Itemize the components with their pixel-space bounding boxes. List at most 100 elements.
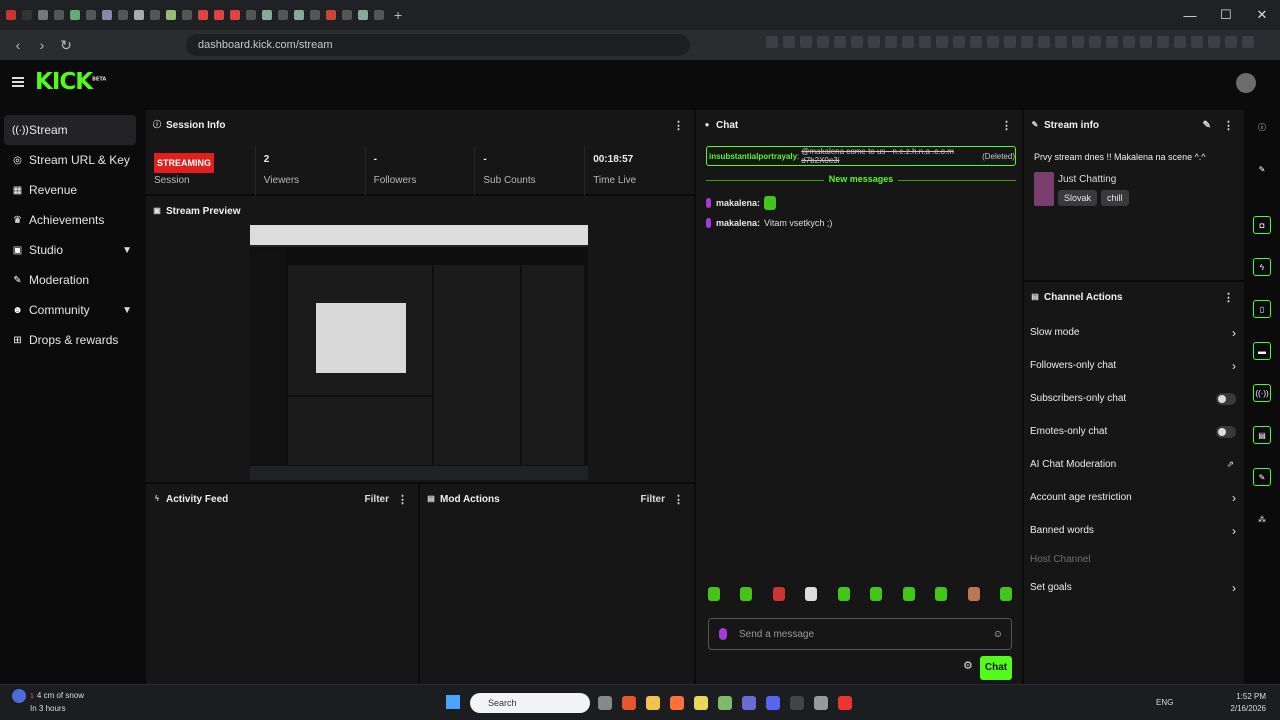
start-icon[interactable]: [446, 695, 460, 709]
send-chat-button[interactable]: Chat: [980, 656, 1012, 680]
taskbar-app-icon[interactable]: [598, 696, 612, 710]
emoji-icon[interactable]: ☺: [993, 629, 1003, 640]
extension-icon[interactable]: [987, 36, 999, 48]
sidebar-item-moderation[interactable]: ✎ Moderation: [0, 265, 140, 295]
sidebar-item-studio[interactable]: ▣ Studio ▼: [0, 235, 140, 265]
kick-logo[interactable]: KICKBETA: [35, 69, 106, 95]
tab[interactable]: [70, 10, 80, 20]
sidebar-item-achievements[interactable]: ♛ Achievements: [0, 205, 140, 235]
more-options-icon[interactable]: ⋮: [673, 119, 684, 132]
back-icon[interactable]: ‹: [8, 37, 28, 53]
nodes-icon[interactable]: ⁂: [1253, 510, 1271, 528]
extension-icon[interactable]: [919, 36, 931, 48]
tab[interactable]: [166, 10, 176, 20]
chat-message[interactable]: makalena: Vitam vsetkych ;): [706, 218, 832, 228]
extension-icon[interactable]: [970, 36, 982, 48]
taskbar-app-icon[interactable]: [790, 696, 804, 710]
emote-icon[interactable]: [999, 587, 1012, 601]
taskbar-app-icon[interactable]: [718, 696, 732, 710]
filter-button[interactable]: Filter: [365, 494, 389, 505]
extension-icon[interactable]: [1089, 36, 1101, 48]
tab[interactable]: [38, 10, 48, 20]
emote-icon[interactable]: [870, 587, 883, 601]
edit-icon[interactable]: ✎: [1203, 120, 1211, 131]
taskbar-app-icon[interactable]: [838, 696, 852, 710]
tag[interactable]: chill: [1101, 190, 1129, 206]
taskbar-app-icon[interactable]: [814, 696, 828, 710]
camera-icon[interactable]: ◘: [1253, 216, 1271, 234]
stream-preview-video[interactable]: [250, 225, 588, 480]
emote-icon[interactable]: [740, 587, 753, 601]
language-indicator[interactable]: ENG: [1156, 698, 1173, 707]
tab[interactable]: [22, 10, 32, 20]
chat-username[interactable]: makalena:: [716, 218, 760, 228]
extension-icon[interactable]: [1123, 36, 1135, 48]
taskbar-app-icon[interactable]: [670, 696, 684, 710]
tab[interactable]: [326, 10, 336, 20]
chat-username[interactable]: makalena:: [716, 198, 760, 208]
chat-message-input[interactable]: Send a message ☺: [708, 618, 1012, 650]
emote-icon[interactable]: [805, 587, 818, 601]
action-set-goals[interactable]: Set goals ›: [1024, 571, 1244, 604]
tab[interactable]: [6, 10, 16, 20]
sidebar-item-community[interactable]: ☻ Community ▼: [0, 295, 140, 325]
extension-icon[interactable]: [783, 36, 795, 48]
sidebar-item-stream-url-key[interactable]: ◎ Stream URL & Key: [0, 145, 140, 175]
extension-icon[interactable]: [1021, 36, 1033, 48]
chat-icon[interactable]: ▬: [1253, 342, 1271, 360]
taskbar-app-icon[interactable]: [742, 696, 756, 710]
taskbar-search[interactable]: Search: [470, 693, 590, 713]
extension-icon[interactable]: [1157, 36, 1169, 48]
action-account-age-restriction[interactable]: Account age restriction ›: [1024, 481, 1244, 514]
maximize-button[interactable]: ☐: [1208, 7, 1244, 23]
extension-icon[interactable]: [766, 36, 778, 48]
info-icon[interactable]: ⓘ: [1253, 118, 1271, 136]
taskbar-app-icon[interactable]: [766, 696, 780, 710]
user-avatar[interactable]: [1236, 73, 1256, 93]
category-thumbnail[interactable]: [1034, 172, 1054, 206]
extension-icon[interactable]: [1225, 36, 1237, 48]
tab[interactable]: [262, 10, 272, 20]
sidebar-item-stream[interactable]: ((·)) Stream: [4, 115, 136, 145]
extension-icon[interactable]: [800, 36, 812, 48]
action-ai-chat-moderation[interactable]: AI Chat Moderation ⇗: [1024, 448, 1244, 481]
action-slow-mode[interactable]: Slow mode ›: [1024, 316, 1244, 349]
emote-icon[interactable]: [772, 587, 785, 601]
extension-icon[interactable]: [1208, 36, 1220, 48]
extension-icon[interactable]: [902, 36, 914, 48]
tab[interactable]: [294, 10, 304, 20]
extension-icon[interactable]: [1106, 36, 1118, 48]
tab[interactable]: [358, 10, 368, 20]
forward-icon[interactable]: ›: [32, 37, 52, 53]
action-followers-only-chat[interactable]: Followers-only chat ›: [1024, 349, 1244, 382]
chat-message[interactable]: makalena:: [706, 196, 777, 210]
extension-icon[interactable]: [834, 36, 846, 48]
pen-icon[interactable]: ✎: [1253, 160, 1271, 178]
extension-icon[interactable]: [1174, 36, 1186, 48]
tab[interactable]: [342, 10, 352, 20]
deleted-chat-message[interactable]: insubstantialportrayaly: @makalena come …: [706, 146, 1016, 166]
emote-icon[interactable]: [708, 587, 720, 601]
taskbar-app-icon[interactable]: [694, 696, 708, 710]
system-clock[interactable]: 1:52 PM 2/16/2026: [1230, 691, 1266, 715]
extension-icon[interactable]: [885, 36, 897, 48]
tab[interactable]: [310, 10, 320, 20]
extension-icon[interactable]: [936, 36, 948, 48]
extension-icon[interactable]: [817, 36, 829, 48]
extension-icon[interactable]: [1055, 36, 1067, 48]
tab[interactable]: [198, 10, 208, 20]
reload-icon[interactable]: ↻: [56, 37, 76, 54]
extension-icon[interactable]: [851, 36, 863, 48]
tag[interactable]: Slovak: [1058, 190, 1098, 206]
tab[interactable]: [54, 10, 64, 20]
tab[interactable]: [150, 10, 160, 20]
chat-username[interactable]: insubstantialportrayaly: [709, 152, 797, 161]
wrench-icon[interactable]: ✎: [1253, 468, 1271, 486]
tab[interactable]: [230, 10, 240, 20]
url-field[interactable]: dashboard.kick.com/stream: [186, 34, 690, 56]
sidebar-item-drops-rewards[interactable]: ⊞ Drops & rewards: [0, 325, 140, 355]
tab[interactable]: [214, 10, 224, 20]
more-options-icon[interactable]: ⋮: [1223, 119, 1234, 132]
weather-widget[interactable]: 14 cm of snow In 3 hours: [12, 689, 84, 714]
extension-icon[interactable]: [868, 36, 880, 48]
